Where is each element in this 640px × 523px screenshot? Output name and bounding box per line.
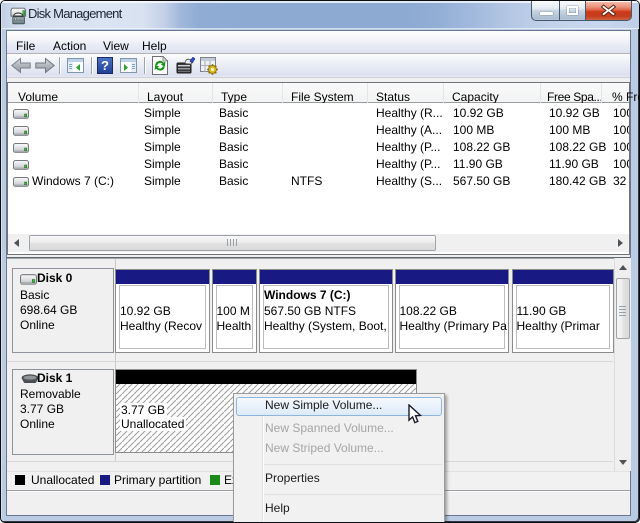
svg-text:?: ?: [101, 58, 109, 73]
